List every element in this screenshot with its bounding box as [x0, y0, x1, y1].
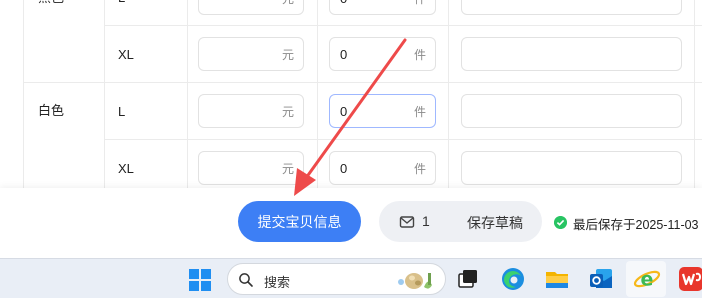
column-divider — [448, 0, 449, 188]
windows-start-icon[interactable] — [188, 268, 212, 292]
price-input[interactable]: 元 — [198, 0, 304, 15]
file-explorer-icon[interactable] — [544, 266, 570, 292]
row-divider — [23, 82, 702, 83]
svg-text:e: e — [641, 269, 654, 291]
price-input[interactable]: 元 — [198, 94, 304, 128]
stock-unit: 件 — [413, 105, 426, 119]
color-cell: 白色 — [38, 103, 65, 118]
message-count: 1 — [422, 213, 430, 229]
column-divider — [187, 0, 188, 188]
size-cell: L — [118, 0, 125, 6]
column-divider — [694, 0, 695, 188]
color-cell: 黑色 — [38, 0, 64, 6]
size-cell: L — [118, 104, 126, 119]
stock-value: 0 — [340, 104, 348, 119]
edge-browser-icon[interactable] — [500, 266, 526, 292]
column-divider — [317, 0, 318, 188]
ie-browser-icon[interactable]: e — [633, 265, 661, 293]
row-divider — [104, 139, 702, 140]
price-unit: 元 — [281, 162, 294, 176]
size-cell: XL — [118, 47, 134, 62]
search-label: 搜索 — [264, 275, 291, 290]
price-unit: 元 — [281, 48, 294, 62]
submit-item-button[interactable]: 提交宝贝信息 — [238, 201, 361, 242]
sku-code-input[interactable] — [461, 151, 682, 185]
save-draft-button[interactable]: 保存草稿 — [467, 213, 523, 233]
sku-code-input[interactable] — [461, 0, 682, 15]
row-divider — [104, 25, 702, 26]
check-circle-icon — [554, 216, 567, 229]
stock-value: 0 — [340, 161, 348, 176]
stock-unit: 件 — [414, 0, 426, 7]
save-status-text: 最后保存于2025-11-03 — [573, 218, 699, 232]
stock-input[interactable]: 0 件 — [329, 37, 436, 71]
taskbar: 搜索 e — [0, 258, 702, 298]
stock-unit: 件 — [413, 162, 426, 176]
search-icon — [239, 273, 253, 287]
mail-icon[interactable] — [399, 214, 415, 230]
stock-input[interactable]: 0 件 — [329, 0, 436, 15]
sku-code-input[interactable] — [461, 94, 682, 128]
task-view-icon[interactable] — [456, 267, 480, 291]
size-cell: XL — [118, 161, 134, 176]
outlook-icon[interactable] — [588, 266, 614, 292]
price-unit: 元 — [281, 105, 294, 119]
stock-unit: 件 — [413, 48, 426, 62]
search-highlight-icon — [398, 273, 432, 289]
wps-office-icon[interactable] — [678, 266, 702, 292]
draft-group: 1 保存草稿 — [379, 201, 542, 242]
stock-input[interactable]: 0 件 — [329, 151, 436, 185]
price-input[interactable]: 元 — [198, 37, 304, 71]
price-input[interactable]: 元 — [198, 151, 304, 185]
column-divider — [23, 0, 24, 188]
stock-input[interactable]: 0 件 — [329, 94, 436, 128]
column-divider — [104, 0, 105, 188]
stock-value: 0 — [340, 47, 348, 62]
taskbar-search[interactable]: 搜索 — [227, 263, 446, 295]
stock-value: 0 — [340, 0, 347, 7]
price-unit: 元 — [282, 0, 294, 7]
action-bar: 提交宝贝信息 1 保存草稿 最后保存于2025-11-03 — [0, 188, 702, 258]
sku-code-input[interactable] — [461, 37, 682, 71]
sku-table: 黑色 L 元 0 件 XL 元 0 件 白色 L 元 0 件 XL 元 0 件 — [0, 0, 702, 188]
